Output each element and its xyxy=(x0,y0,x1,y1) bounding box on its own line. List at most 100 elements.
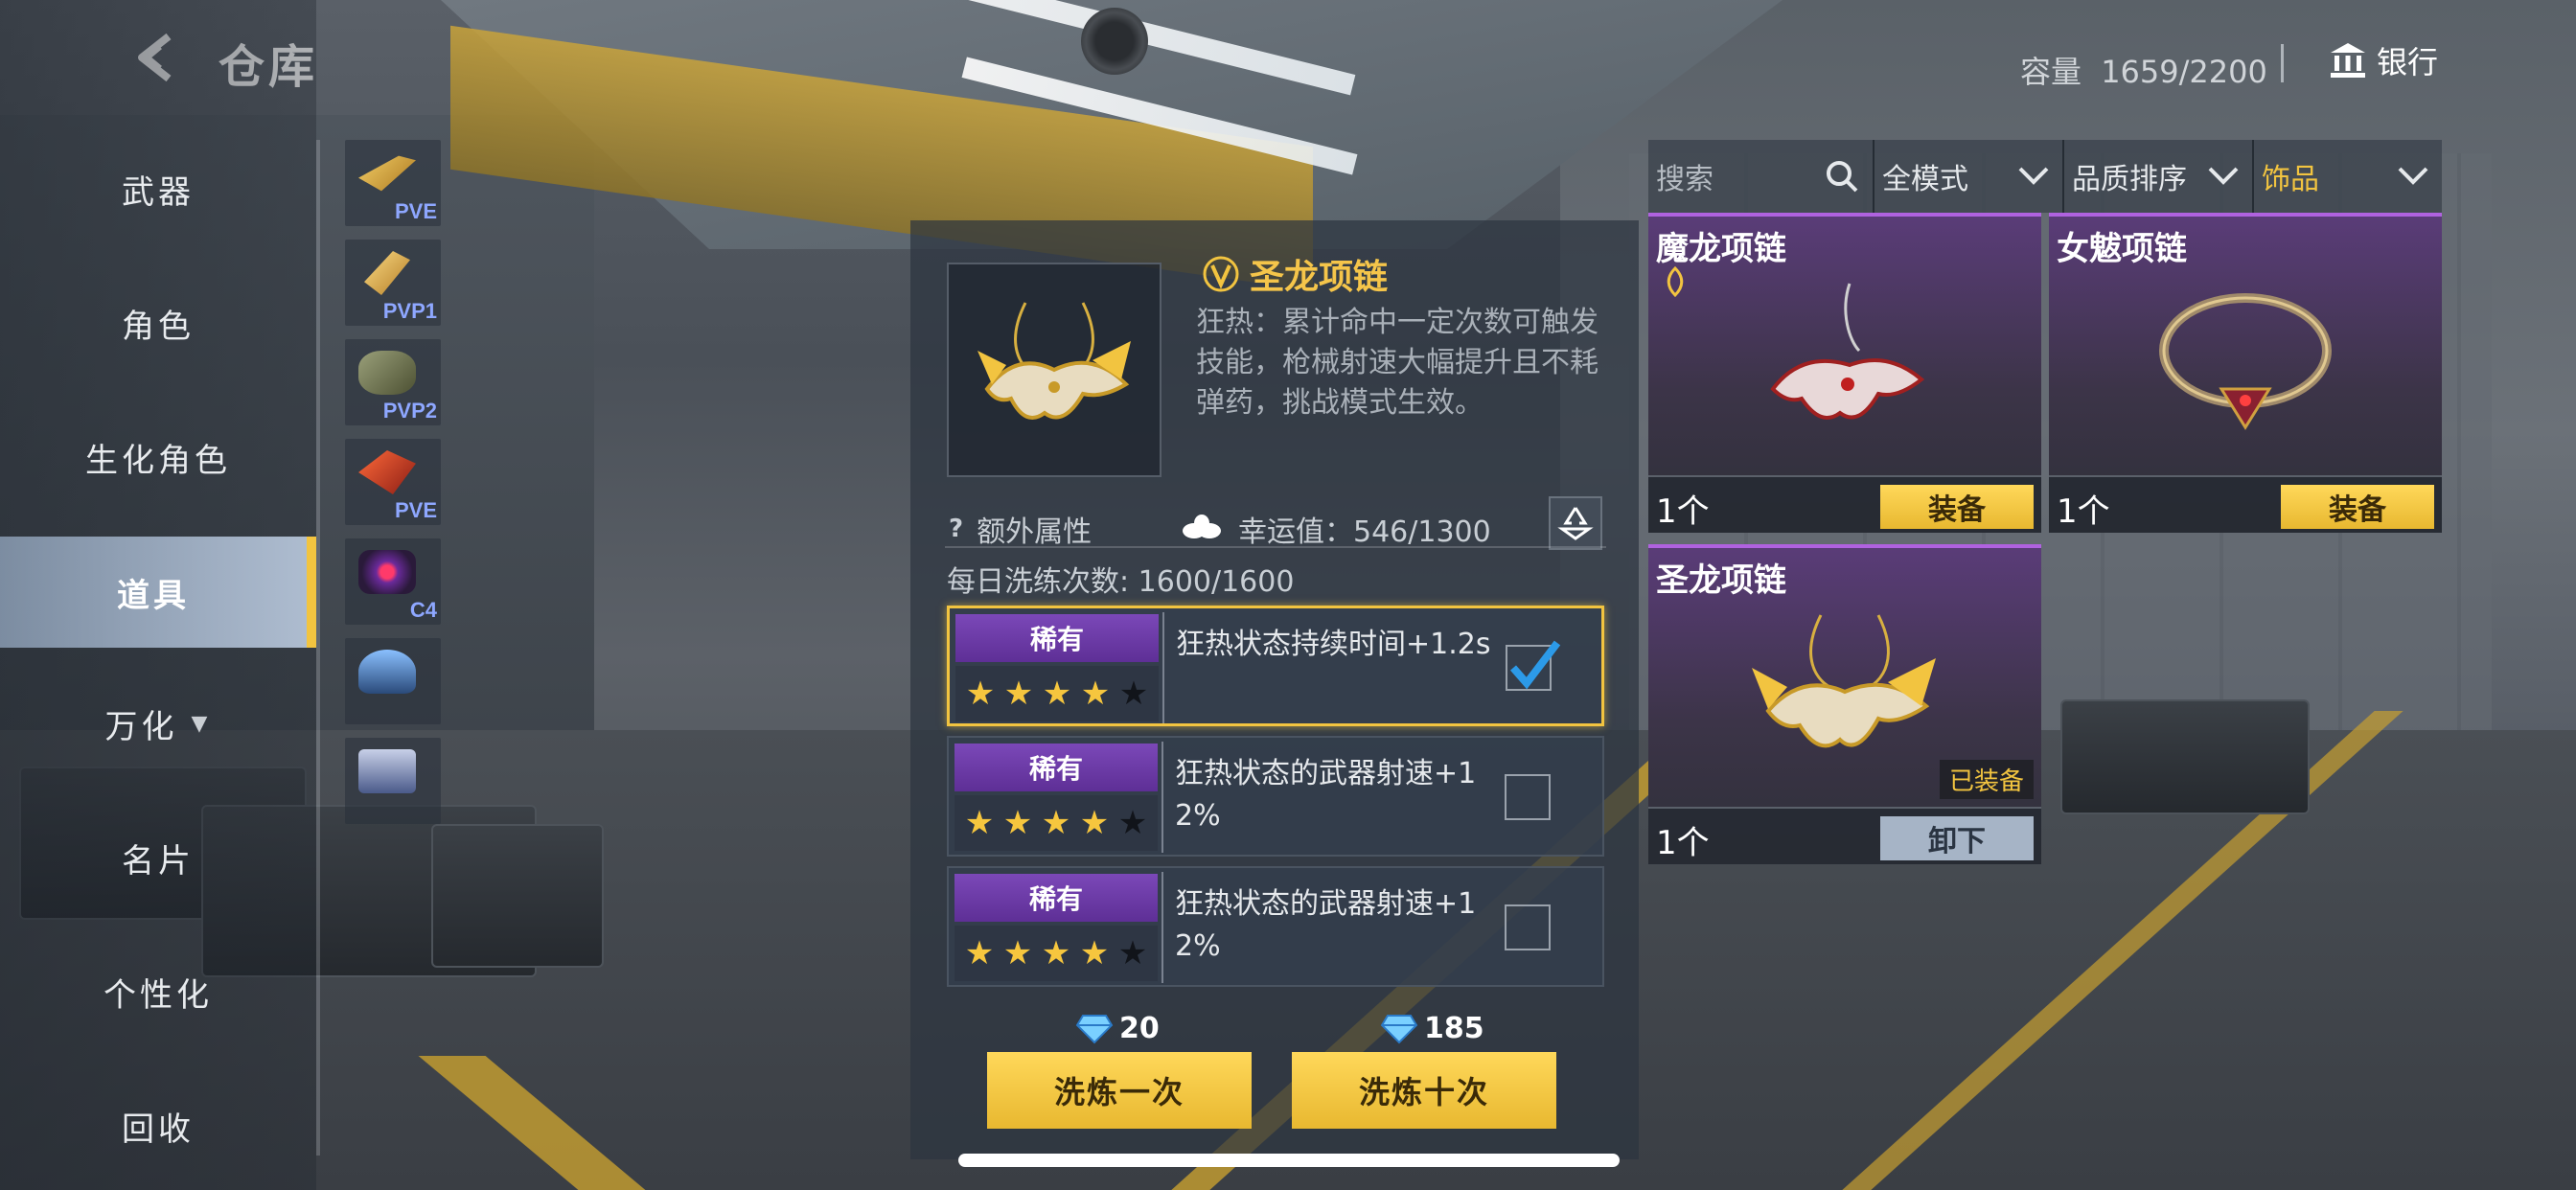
diamond-icon xyxy=(1380,1014,1418,1043)
sidebar-item-transform[interactable]: 万化 ▼ xyxy=(0,671,316,776)
sidebar-item-zombie-characters[interactable]: 生化角色 xyxy=(0,404,316,510)
subtab-item[interactable] xyxy=(345,738,441,824)
star-empty-icon: ★ xyxy=(1117,804,1148,842)
subtab-item[interactable] xyxy=(345,638,441,724)
help-icon: ? xyxy=(949,515,964,543)
attribute-row[interactable]: 稀有 ★ ★ ★ ★ ★ 狂热状态的武器射速+12% xyxy=(947,866,1604,987)
equipped-badge: 已装备 xyxy=(1939,760,2034,799)
equip-button[interactable]: 装备 xyxy=(1880,485,2034,529)
subtab-item[interactable]: PVP2 xyxy=(345,339,441,425)
mode-value: 全模式 xyxy=(1882,163,1968,196)
sidebar-item-label: 万化 xyxy=(104,707,178,746)
extra-attributes-button[interactable]: ? 额外属性 xyxy=(949,508,1092,550)
lock-checkbox[interactable] xyxy=(1505,904,1551,950)
star-rating: ★ ★ ★ ★ ★ xyxy=(955,666,1159,721)
golden-weapon-icon xyxy=(358,155,416,192)
rarity-badge: 稀有 xyxy=(955,614,1159,662)
item-detail-panel: 圣龙项链 狂热：累计命中一定次数可触发技能，枪械射速大幅提升且不耗弹药，挑战模式… xyxy=(910,220,1639,1159)
red-wing-icon xyxy=(358,450,416,494)
item-name: 圣龙项链 xyxy=(1250,258,1389,297)
star-filled-icon: ★ xyxy=(1079,934,1110,973)
subtab-tag: PVE xyxy=(394,498,437,522)
star-filled-icon: ★ xyxy=(1002,804,1033,842)
daily-wash-count: 每日洗练次数: 1600/1600 xyxy=(947,565,1295,599)
lock-checkbox[interactable] xyxy=(1506,640,1561,691)
flame-icon xyxy=(1667,265,1684,298)
nuba-necklace-icon xyxy=(2159,293,2332,430)
luck-label: 幸运值：546/1300 xyxy=(1238,515,1491,549)
filter-bar: 搜索 全模式 品质排序 饰品 xyxy=(1648,140,2442,213)
header-divider xyxy=(2281,44,2284,82)
mode-dropdown[interactable]: 全模式 xyxy=(1874,140,2064,213)
sidebar-item-items[interactable]: 道具 xyxy=(0,537,316,648)
capacity-indicator: 容量 1659/2200 xyxy=(2020,48,2267,92)
sidebar-item-characters[interactable]: 角色 xyxy=(0,270,316,376)
wash-once-cost: 20 xyxy=(1075,1012,1160,1045)
subtab-item[interactable]: PVE xyxy=(345,439,441,525)
dragon-necklace-icon xyxy=(978,302,1131,420)
unequip-button[interactable]: 卸下 xyxy=(1880,816,2034,860)
subtab-item[interactable]: PVE xyxy=(345,140,441,226)
dog-tag-icon xyxy=(358,351,416,395)
subtab-item[interactable]: C4 xyxy=(345,538,441,625)
cost-value: 185 xyxy=(1424,1012,1484,1045)
bank-icon xyxy=(2331,43,2365,78)
star-filled-icon: ★ xyxy=(1079,804,1110,842)
sort-dropdown[interactable]: 品质排序 xyxy=(2064,140,2254,213)
card-name: 圣龙项链 xyxy=(1656,561,1786,600)
wash-once-button[interactable]: 洗炼一次 xyxy=(987,1052,1252,1129)
card-quantity: 1个 xyxy=(1656,824,1710,862)
item-card[interactable]: 圣龙项链 已装备 1个 卸下 xyxy=(1648,544,2041,864)
sidebar-item-label: 武器 xyxy=(122,172,195,212)
sidebar-item-personalize[interactable]: 个性化 xyxy=(0,939,316,1044)
lock-checkbox[interactable] xyxy=(1505,774,1551,820)
subtab-tag: C4 xyxy=(409,598,437,622)
sidebar-item-recycle[interactable]: 回收 xyxy=(0,1073,316,1179)
star-rating: ★ ★ ★ ★ ★ xyxy=(954,795,1158,851)
checkmark-icon xyxy=(1509,640,1561,690)
item-card[interactable]: 女魃项链 1个 装备 xyxy=(2049,213,2442,533)
equip-button[interactable]: 装备 xyxy=(2281,485,2434,529)
item-card[interactable]: 魔龙项链 1个 装备 xyxy=(1648,213,2041,533)
wash-ten-cost: 185 xyxy=(1380,1012,1484,1045)
sidebar-item-label: 角色 xyxy=(122,307,195,346)
card-quantity: 1个 xyxy=(1656,492,1710,531)
chevron-down-icon xyxy=(2018,167,2049,185)
luck-value: 幸运值：546/1300 xyxy=(1179,508,1491,550)
search-icon xyxy=(1827,161,1858,193)
cost-value: 20 xyxy=(1119,1012,1160,1045)
robot-icon xyxy=(358,749,416,793)
dropdown-caret-icon: ▼ xyxy=(191,711,212,736)
star-filled-icon: ★ xyxy=(964,934,995,973)
subtab-tag: PVP1 xyxy=(382,299,437,323)
star-filled-icon: ★ xyxy=(1080,675,1111,713)
home-indicator[interactable] xyxy=(958,1154,1620,1167)
sidebar-item-weapons[interactable]: 武器 xyxy=(0,136,316,241)
item-title: 圣龙项链 xyxy=(1202,249,1388,299)
attribute-text: 狂热状态持续时间+1.2s xyxy=(1176,628,1491,661)
capacity-value: 1659/2200 xyxy=(2101,54,2267,90)
category-dropdown[interactable]: 饰品 xyxy=(2254,140,2442,213)
attribute-row[interactable]: 稀有 ★ ★ ★ ★ ★ 狂热状态的武器射速+12% xyxy=(947,736,1604,857)
item-subtabs: PVE PVP1 PVP2 PVE C4 xyxy=(345,140,441,837)
attribute-text: 狂热状态的武器射速+12% xyxy=(1175,887,1477,963)
sidebar-item-cards[interactable]: 名片 xyxy=(0,805,316,910)
clover-icon xyxy=(1183,515,1221,538)
attribute-row[interactable]: 稀有 ★ ★ ★ ★ ★ 狂热状态持续时间+1.2s xyxy=(947,606,1604,726)
subtab-item[interactable]: PVP1 xyxy=(345,240,441,326)
chevron-down-icon xyxy=(2398,167,2428,185)
star-filled-icon: ★ xyxy=(1041,804,1071,842)
bank-button[interactable]: 银行 xyxy=(2329,38,2438,82)
gold-cartridge-icon xyxy=(364,251,410,295)
category-sidebar: 武器 角色 生化角色 道具 万化 ▼ 名片 个性化 回收 xyxy=(0,0,316,1190)
subtab-tag: PVP2 xyxy=(382,399,437,423)
star-filled-icon: ★ xyxy=(964,804,995,842)
star-empty-icon: ★ xyxy=(1117,934,1148,973)
wash-ten-button[interactable]: 洗炼十次 xyxy=(1292,1052,1556,1129)
holy-dragon-necklace-icon xyxy=(1752,614,1936,748)
search-input[interactable]: 搜索 xyxy=(1648,140,1874,213)
recycle-button[interactable] xyxy=(1549,496,1602,550)
v-rank-badge-icon xyxy=(1203,256,1239,292)
helmet-icon xyxy=(358,650,416,694)
card-footer: 1个 卸下 xyxy=(1648,807,2041,864)
